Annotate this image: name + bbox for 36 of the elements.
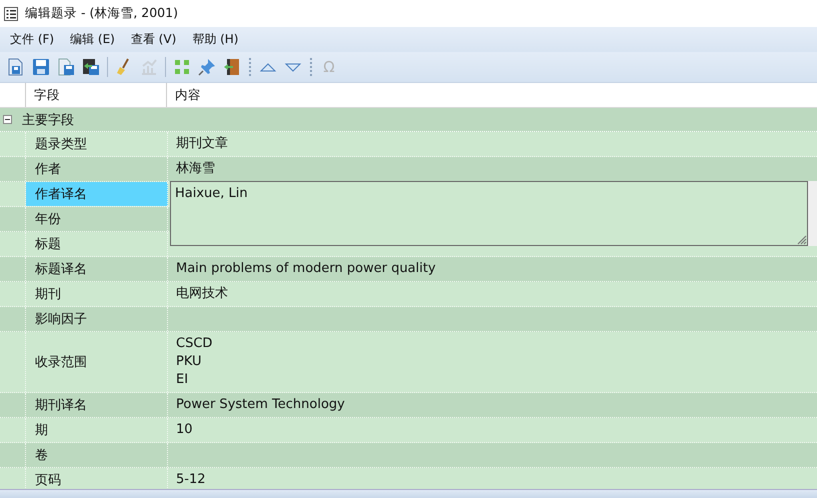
resize-grip-icon[interactable] xyxy=(795,233,807,245)
window-title: 编辑题录 - (林海雪, 2001) xyxy=(25,5,178,22)
group-label: 主要字段 xyxy=(22,112,74,128)
value-text: Power System Technology xyxy=(176,396,345,414)
field-name-cell[interactable]: 作者译名 xyxy=(26,182,168,206)
field-name-cell[interactable]: 影响因子 xyxy=(26,307,168,331)
menu-item[interactable]: 文件 (F) xyxy=(4,29,60,50)
column-header[interactable]: 字段 xyxy=(26,83,167,107)
scrollbar[interactable] xyxy=(808,181,817,246)
list-icon xyxy=(3,6,19,22)
value-text: EI xyxy=(176,371,190,389)
value-text: 电网技术 xyxy=(176,285,228,303)
editor-text: Haixue, Lin xyxy=(175,186,248,201)
text-editor[interactable]: Haixue, Lin xyxy=(170,181,808,246)
field-name-cell[interactable]: 期 xyxy=(26,418,168,442)
value-text: 林海雪 xyxy=(176,160,215,178)
menu-item[interactable]: 帮助 (H) xyxy=(186,29,244,50)
field-name-cell[interactable]: 期刊译名 xyxy=(26,393,168,417)
field-name-cell[interactable]: 题录类型 xyxy=(26,132,168,156)
field-name-cell[interactable]: 作者 xyxy=(26,157,168,181)
menu-item[interactable]: 编辑 (E) xyxy=(64,29,121,50)
field-name-cell[interactable]: 收录范围 xyxy=(26,332,168,392)
collapse-icon[interactable] xyxy=(3,115,12,124)
field-name-cell[interactable]: 标题 xyxy=(26,232,168,256)
value-text: 5-12 xyxy=(176,471,206,489)
field-name-cell[interactable]: 标题译名 xyxy=(26,257,168,281)
field-name-cell[interactable]: 期刊 xyxy=(26,282,168,306)
value-text: 10 xyxy=(176,421,193,439)
field-name-cell[interactable]: 年份 xyxy=(26,207,168,231)
value-text: 期刊文章 xyxy=(176,135,228,153)
value-text: PKU xyxy=(176,353,203,371)
menu-item[interactable]: 查看 (V) xyxy=(124,29,182,50)
field-name-cell[interactable]: 卷 xyxy=(26,443,168,467)
value-text: CSCD xyxy=(176,335,212,353)
value-text: Main problems of modern power quality xyxy=(176,260,436,278)
column-header[interactable]: 内容 xyxy=(167,83,201,107)
